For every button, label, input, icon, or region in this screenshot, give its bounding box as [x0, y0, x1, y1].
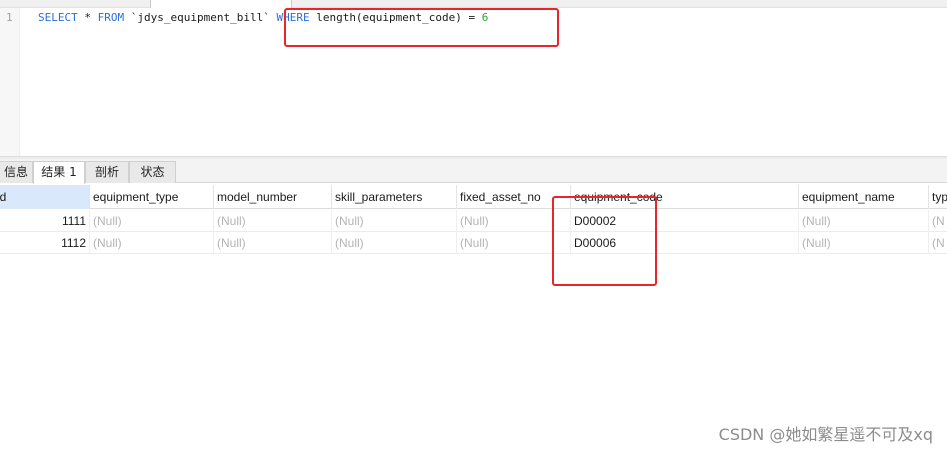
table-row[interactable]: 1112 (Null) (Null) (Null) (Null) D00006 … — [0, 232, 947, 254]
annotation-box-where-clause — [284, 8, 559, 47]
query-tab[interactable] — [150, 0, 292, 8]
cell-type[interactable]: (N — [929, 232, 947, 254]
cell-id[interactable]: 1111 — [0, 210, 90, 232]
table-row[interactable]: 1111 (Null) (Null) (Null) (Null) D00002 … — [0, 210, 947, 232]
cell-equipment-type[interactable]: (Null) — [90, 232, 214, 254]
column-header-skill-parameters[interactable]: skill_parameters — [332, 185, 457, 209]
top-tab-strip — [0, 0, 947, 8]
sql-table-name: `jdys_equipment_bill` — [124, 11, 277, 24]
column-header-equipment-name[interactable]: equipment_name — [799, 185, 929, 209]
sql-editor[interactable]: 1 SELECT * FROM `jdys_equipment_bill` WH… — [0, 8, 947, 156]
column-header-model-number[interactable]: model_number — [214, 185, 332, 209]
result-grid[interactable]: id equipment_type model_number skill_par… — [0, 185, 947, 453]
cell-model-number[interactable]: (Null) — [214, 232, 332, 254]
column-header-type[interactable]: typ — [929, 185, 947, 209]
cell-equipment-name[interactable]: (Null) — [799, 210, 929, 232]
cell-type[interactable]: (N — [929, 210, 947, 232]
cell-skill-parameters[interactable]: (Null) — [332, 210, 457, 232]
cell-equipment-name[interactable]: (Null) — [799, 232, 929, 254]
tab-profile[interactable]: 剖析 — [85, 161, 129, 183]
tab-status[interactable]: 状态 — [129, 161, 176, 183]
cell-equipment-type[interactable]: (Null) — [90, 210, 214, 232]
tab-result-1[interactable]: 结果 1 — [33, 161, 85, 184]
line-gutter: 1 — [0, 8, 20, 156]
sql-star: * — [77, 11, 98, 24]
tab-info[interactable]: 信息 — [0, 161, 33, 183]
cell-model-number[interactable]: (Null) — [214, 210, 332, 232]
grid-header-row: id equipment_type model_number skill_par… — [0, 185, 947, 209]
column-header-id[interactable]: id — [0, 185, 90, 209]
annotation-box-equipment-code — [552, 196, 657, 286]
line-number: 1 — [6, 11, 13, 24]
sql-keyword-select: SELECT — [38, 11, 78, 24]
csdn-watermark: CSDN @她如繁星遥不可及xq — [718, 425, 933, 444]
cell-skill-parameters[interactable]: (Null) — [332, 232, 457, 254]
result-tab-bar: 信息 结果 1 剖析 状态 — [0, 159, 947, 184]
cell-id[interactable]: 1112 — [0, 232, 90, 254]
sql-keyword-from: FROM — [97, 11, 125, 24]
column-header-equipment-type[interactable]: equipment_type — [90, 185, 214, 209]
